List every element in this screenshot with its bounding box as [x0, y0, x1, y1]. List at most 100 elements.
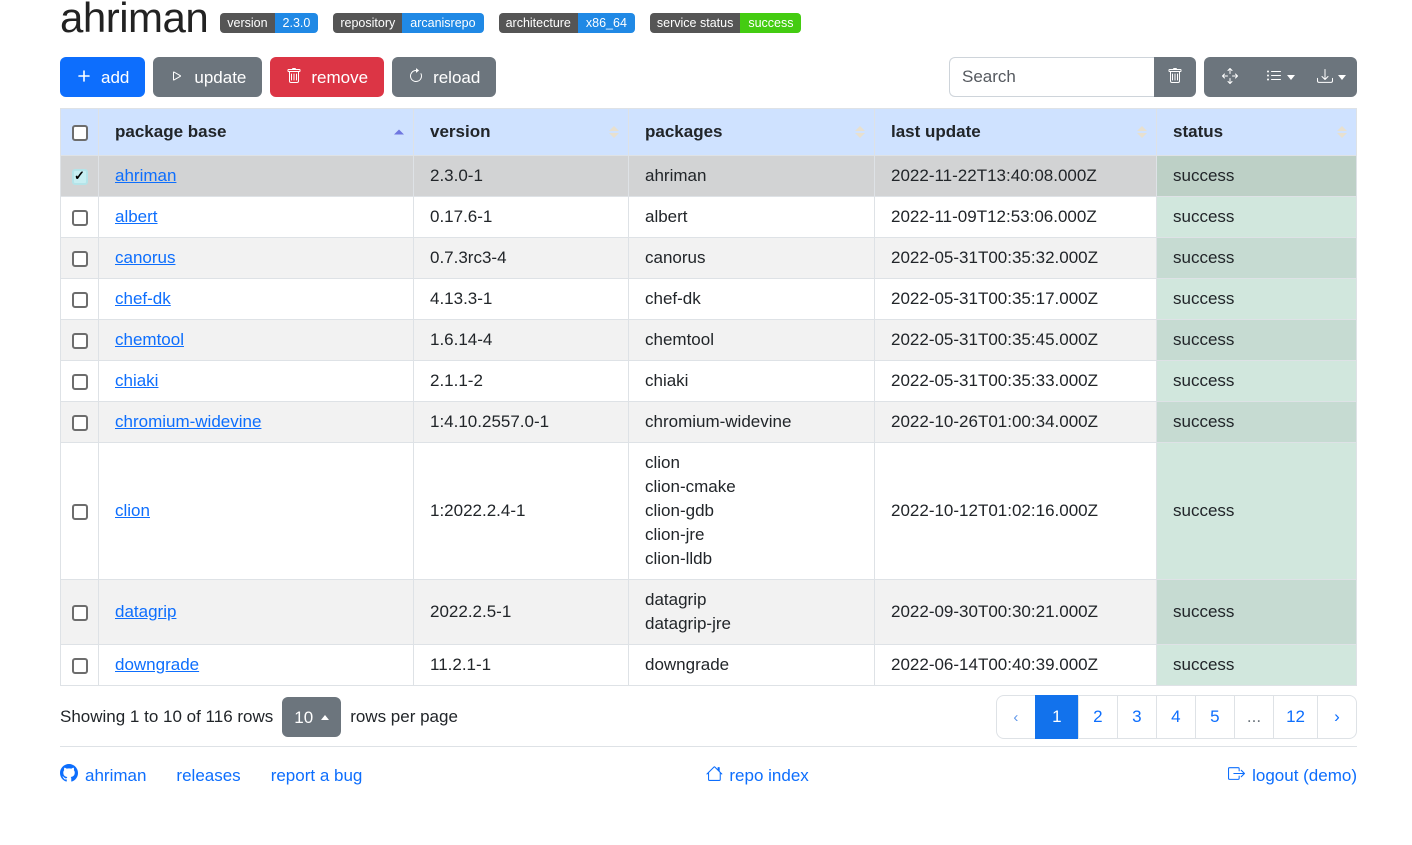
package-base-cell: ahriman [99, 156, 414, 197]
search-clear-button[interactable] [1154, 57, 1196, 97]
table-row-canorus[interactable]: canorus0.7.3rc3-4canorus2022-05-31T00:35… [61, 238, 1357, 279]
column-header-packages[interactable]: packages [629, 109, 875, 156]
packages-cell: datagripdatagrip-jre [629, 580, 875, 645]
footer-link-report-a-bug[interactable]: report a bug [271, 764, 363, 787]
logout-link[interactable]: logout (demo) [1228, 765, 1357, 787]
table-row-albert[interactable]: albert0.17.6-1albert2022-11-09T12:53:06.… [61, 197, 1357, 238]
fullscreen-button[interactable] [1204, 57, 1255, 97]
status-cell: success [1157, 645, 1357, 686]
package-link[interactable]: chiaki [115, 371, 158, 390]
pagination-next[interactable]: › [1318, 695, 1357, 739]
packages-table: package baseversionpackageslast updatest… [60, 108, 1357, 686]
footer-link-ahriman[interactable]: ahriman [60, 764, 146, 787]
badge-repository-value: arcanisrepo [402, 13, 483, 34]
table-row-chromium-widevine[interactable]: chromium-widevine1:4.10.2557.0-1chromium… [61, 402, 1357, 443]
page-size-button[interactable]: 10 [282, 697, 341, 737]
badge-version-value: 2.3.0 [275, 13, 319, 34]
table-row-chiaki[interactable]: chiaki2.1.1-2chiaki2022-05-31T00:35:33.0… [61, 361, 1357, 402]
row-checkbox-cell [61, 361, 99, 402]
row-checkbox[interactable] [72, 251, 88, 267]
search-input[interactable] [949, 57, 1154, 97]
package-link[interactable]: chemtool [115, 330, 184, 349]
footer-right: logout (demo) [1228, 765, 1357, 787]
chevron-down-icon [1338, 75, 1346, 80]
repo-index-label: repo index [729, 766, 808, 786]
pagination-page-5[interactable]: 5 [1196, 695, 1235, 739]
package-base-cell: chemtool [99, 320, 414, 361]
package-link[interactable]: chef-dk [115, 289, 171, 308]
toolbar-search-area [949, 57, 1357, 97]
footer-link-releases[interactable]: releases [176, 764, 240, 787]
package-base-cell: clion [99, 443, 414, 580]
pagination-page-12[interactable]: 12 [1274, 695, 1318, 739]
repo-index-link[interactable]: repo index [705, 765, 808, 787]
table-header: package baseversionpackageslast updatest… [61, 109, 1357, 156]
row-checkbox[interactable] [72, 415, 88, 431]
play-icon [169, 68, 185, 87]
badge-service-status: service statussuccess [650, 13, 802, 34]
package-link[interactable]: chromium-widevine [115, 412, 261, 431]
status-cell: success [1157, 361, 1357, 402]
badge-version: version2.3.0 [220, 13, 318, 34]
packages-cell: canorus [629, 238, 875, 279]
row-checkbox-cell [61, 197, 99, 238]
pagination-prev[interactable]: ‹ [996, 695, 1036, 739]
select-all-header-cell[interactable] [61, 109, 99, 156]
table-row-ahriman[interactable]: ahriman2.3.0-1ahriman2022-11-22T13:40:08… [61, 156, 1357, 197]
table-row-chemtool[interactable]: chemtool1.6.14-4chemtool2022-05-31T00:35… [61, 320, 1357, 361]
package-link[interactable]: canorus [115, 248, 175, 267]
sort-both-icon [1137, 126, 1147, 138]
house-icon [705, 765, 722, 787]
column-header-last-update[interactable]: last update [875, 109, 1157, 156]
packages-cell: chiaki [629, 361, 875, 402]
pagination-page-1[interactable]: 1 [1036, 695, 1079, 739]
table-row-datagrip[interactable]: datagrip2022.2.5-1datagripdatagrip-jre20… [61, 580, 1357, 645]
row-checkbox[interactable] [72, 605, 88, 621]
package-link[interactable]: albert [115, 207, 158, 226]
package-link[interactable]: datagrip [115, 602, 176, 621]
reload-button[interactable]: reload [392, 57, 496, 97]
reload-icon [408, 68, 424, 87]
row-checkbox[interactable] [72, 504, 88, 520]
export-dropdown-button[interactable] [1306, 57, 1357, 97]
column-header-package-base[interactable]: package base [99, 109, 414, 156]
row-checkbox[interactable] [72, 210, 88, 226]
packages-cell: downgrade [629, 645, 875, 686]
row-checkbox[interactable] [72, 658, 88, 674]
footer-center: repo index [705, 765, 808, 787]
column-header-version[interactable]: version [414, 109, 629, 156]
last-update-cell: 2022-11-22T13:40:08.000Z [875, 156, 1157, 197]
pagination-page-4[interactable]: 4 [1157, 695, 1196, 739]
pagination-ellipsis[interactable]: ... [1235, 695, 1274, 739]
sort-asc-icon [394, 130, 404, 135]
header-badges: version2.3.0repositoryarcanisrepoarchite… [220, 13, 801, 34]
toolbar-actions: add update remove reload [60, 57, 496, 97]
table-row-clion[interactable]: clion1:2022.2.4-1clionclion-cmakeclion-g… [61, 443, 1357, 580]
table-row-chef-dk[interactable]: chef-dk4.13.3-1chef-dk2022-05-31T00:35:1… [61, 279, 1357, 320]
package-manager-page: ahriman version2.3.0repositoryarcanisrep… [0, 0, 1412, 827]
download-icon [1317, 68, 1333, 87]
showing-rows-text: Showing 1 to 10 of 116 rows [60, 707, 273, 727]
row-checkbox[interactable] [72, 169, 88, 185]
pagination-page-2[interactable]: 2 [1079, 695, 1118, 739]
select-all-checkbox[interactable] [72, 125, 88, 141]
columns-dropdown-button[interactable] [1255, 57, 1306, 97]
github-icon [60, 764, 78, 787]
column-header-status[interactable]: status [1157, 109, 1357, 156]
remove-button[interactable]: remove [270, 57, 384, 97]
row-checkbox[interactable] [72, 374, 88, 390]
logout-label: logout (demo) [1252, 766, 1357, 786]
pagination-page-3[interactable]: 3 [1118, 695, 1157, 739]
trash-icon [286, 68, 302, 87]
package-link[interactable]: downgrade [115, 655, 199, 674]
version-cell: 2.1.1-2 [414, 361, 629, 402]
package-link[interactable]: ahriman [115, 166, 176, 185]
table-row-downgrade[interactable]: downgrade11.2.1-1downgrade2022-06-14T00:… [61, 645, 1357, 686]
row-checkbox[interactable] [72, 292, 88, 308]
package-base-cell: albert [99, 197, 414, 238]
status-cell: success [1157, 279, 1357, 320]
row-checkbox[interactable] [72, 333, 88, 349]
add-button[interactable]: add [60, 57, 145, 97]
package-link[interactable]: clion [115, 501, 150, 520]
update-button[interactable]: update [153, 57, 262, 97]
